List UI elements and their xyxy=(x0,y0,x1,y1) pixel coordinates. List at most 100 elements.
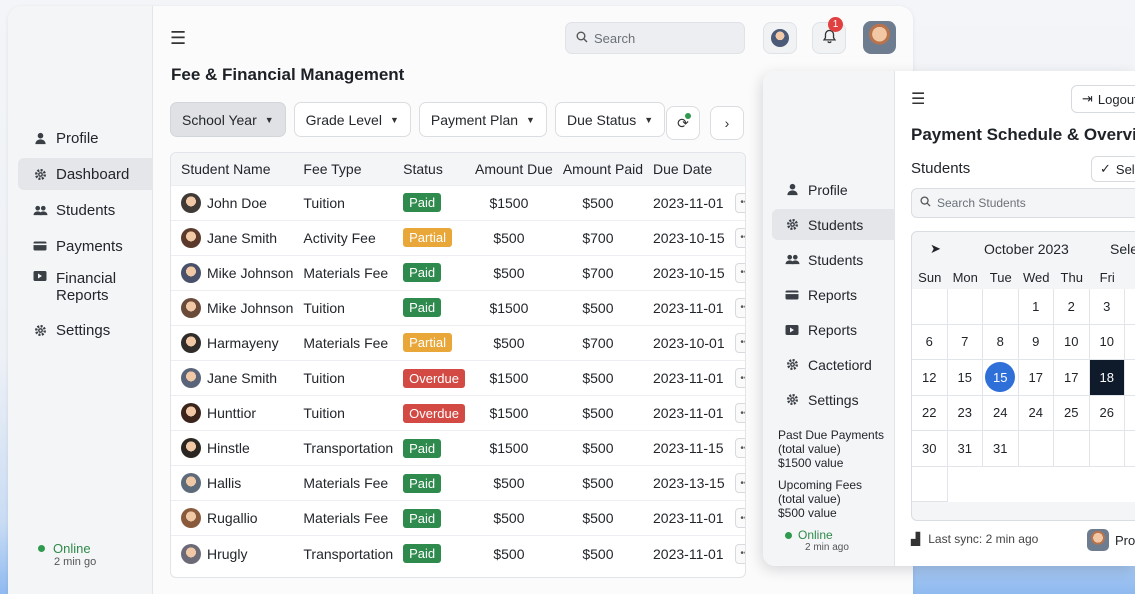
more-options-icon[interactable]: ••• xyxy=(734,262,745,283)
calendar-day[interactable]: 3 xyxy=(1089,289,1125,325)
table-row[interactable]: Harmayeny Materials Fee Partial $500 $700 202… xyxy=(171,325,745,360)
table-row[interactable]: Hunttior Tuition Overdue $1500 $500 2023-11-0… xyxy=(171,395,745,431)
more-options-icon[interactable]: ••• xyxy=(734,332,745,353)
calendar-day[interactable]: 10 xyxy=(1089,324,1125,360)
table-row[interactable]: Jane Smith Activity Fee Partial $500 $700 202… xyxy=(171,220,745,255)
calendar-day[interactable]: 15 xyxy=(947,360,983,396)
calendar-day[interactable]: 12 xyxy=(912,360,948,396)
calendar-day[interactable]: 11 xyxy=(1125,325,1135,360)
profile-avatar[interactable] xyxy=(863,21,896,54)
more-options-icon[interactable]: ••• xyxy=(734,192,745,213)
filter-payment-plan[interactable]: Payment Plan ▼ xyxy=(418,102,547,137)
calendar-day[interactable]: 17 xyxy=(1054,360,1090,396)
due-date: 2023-11-01 xyxy=(653,405,724,422)
search-input[interactable]: Search xyxy=(565,22,745,54)
more-options-icon[interactable]: ••• xyxy=(734,227,745,248)
status-badge: Paid xyxy=(403,263,442,283)
more-options-icon[interactable]: ••• xyxy=(734,508,745,529)
table-cell: Tuition xyxy=(293,396,393,431)
table-row[interactable]: Hallis Materials Fee Paid $500 $500 2023-13-1… xyxy=(171,465,745,501)
column-header[interactable]: Amount Due xyxy=(465,153,553,185)
calendar-day[interactable]: 24 xyxy=(983,395,1019,431)
select-button[interactable]: ✓ Sele xyxy=(1091,156,1135,182)
sidebar-item-label: Dashboard xyxy=(56,165,130,183)
next-button[interactable]: › xyxy=(710,106,744,140)
status-dot-icon xyxy=(685,113,691,119)
column-header-actions xyxy=(725,153,745,185)
calendar-day[interactable]: 17 xyxy=(1018,360,1054,396)
calendar-day[interactable]: 23 xyxy=(947,395,983,431)
column-header[interactable]: Fee Type xyxy=(293,153,393,185)
calendar-day[interactable]: 6 xyxy=(912,324,948,360)
filter-grade-level[interactable]: Grade Level ▼ xyxy=(293,102,411,137)
status-badge: Overdue xyxy=(403,403,466,423)
user-avatar-button[interactable] xyxy=(763,22,797,54)
calendar-day[interactable]: 10 xyxy=(1054,324,1090,360)
sidebar-item-reports-2[interactable]: Reports xyxy=(772,314,895,345)
table-row[interactable]: Mike Johnson Materials Fee Paid $500 $700 202… xyxy=(171,255,745,290)
sidebar-item-payments[interactable]: Payments xyxy=(18,230,153,262)
calendar-day[interactable]: 25 xyxy=(1054,395,1090,431)
calendar-day-number: 2 xyxy=(1067,298,1075,314)
sidebar-item-students-active[interactable]: Students xyxy=(772,209,895,240)
filter-due-status[interactable]: Due Status ▼ xyxy=(554,102,666,137)
table-row[interactable]: Jane Smith Tuition Overdue $1500 $500 2023-11… xyxy=(171,360,745,395)
table-row[interactable]: Hinstle Transportation Paid $1500 $500 2023-1… xyxy=(171,430,745,466)
sidebar-item-students[interactable]: Students xyxy=(18,194,153,226)
calendar-day[interactable]: 31 xyxy=(947,431,983,467)
sidebar-item-reports[interactable]: Reports xyxy=(772,279,895,310)
navigate-icon[interactable]: ➤ xyxy=(930,241,944,257)
status-badge: Paid xyxy=(403,544,442,564)
sidebar-item-students[interactable]: Students xyxy=(772,244,895,275)
table-row[interactable]: Hrugly Transportation Paid $500 $500 2023-11-… xyxy=(171,535,745,571)
menu-icon[interactable]: ☰ xyxy=(170,28,186,49)
notifications-button[interactable]: 1 xyxy=(812,17,846,54)
more-options-icon[interactable]: ••• xyxy=(734,403,745,424)
column-header[interactable]: Student Name xyxy=(171,153,293,185)
calendar-day[interactable]: 27 xyxy=(1125,396,1135,431)
sidebar-item-profile[interactable]: Profile xyxy=(18,122,153,154)
sidebar-item-cactetiord[interactable]: Cactetiord xyxy=(772,349,895,380)
column-header[interactable]: Status xyxy=(393,153,465,185)
column-header[interactable]: Amount Paid xyxy=(553,153,643,185)
refresh-status-button[interactable]: ⟳ xyxy=(666,106,700,140)
profile-chip[interactable]: Pro xyxy=(1087,529,1135,551)
calendar-day[interactable]: 8 xyxy=(983,324,1019,360)
logout-button[interactable]: ⇥ Logout xyxy=(1071,85,1135,113)
more-options-icon[interactable]: ••• xyxy=(734,438,745,459)
menu-icon[interactable]: ☰ xyxy=(911,89,925,109)
sidebar-item-settings[interactable]: Settings xyxy=(18,314,153,346)
filter-school-year[interactable]: School Year ▼ xyxy=(170,102,286,137)
calendar-day[interactable]: 9 xyxy=(1018,324,1054,360)
sidebar-item-profile[interactable]: Profile xyxy=(772,174,895,205)
table-row[interactable]: Mike Johnson Tuition Paid $1500 $500 2023-11-… xyxy=(171,290,745,325)
sidebar-item-financial-reports[interactable]: Financial Reports xyxy=(18,266,153,310)
more-options-icon[interactable]: ••• xyxy=(734,297,745,318)
more-options-icon[interactable]: ••• xyxy=(734,543,745,564)
calendar-select[interactable]: Sele xyxy=(1110,241,1135,257)
calendar-day[interactable]: 24 xyxy=(1018,395,1054,431)
calendar-day[interactable]: 31 xyxy=(983,431,1019,467)
calendar-day[interactable]: 2 xyxy=(1054,289,1090,325)
calendar-day[interactable]: 18 xyxy=(1089,360,1125,396)
calendar-day[interactable]: 7 xyxy=(947,324,983,360)
table-row[interactable]: Rugallio Materials Fee Paid $500 $500 2023-11… xyxy=(171,500,745,536)
calendar-day[interactable]: 1 xyxy=(1018,289,1054,325)
calendar-day[interactable]: 19 xyxy=(1125,360,1135,396)
more-options-icon[interactable]: ••• xyxy=(734,368,745,389)
calendar-day[interactable]: 15 xyxy=(983,360,1019,396)
table-row[interactable]: John Doe Tuition Paid $1500 $500 2023-11-01 ••… xyxy=(171,185,745,220)
more-options-icon[interactable]: ••• xyxy=(734,473,745,494)
calendar-day-number: 23 xyxy=(957,405,972,421)
calendar-day[interactable]: 22 xyxy=(912,395,948,431)
calendar-day[interactable]: 26 xyxy=(1089,395,1125,431)
search-students-input[interactable]: Search Students xyxy=(911,188,1135,218)
payment-schedule-window: Profile Students Students Reports Reports Cac… xyxy=(763,71,1135,566)
calendar-day-number: 3 xyxy=(1103,298,1111,314)
calendar: ➤ October 2023 Sele Sun Mon Tue Wed Thu Fri 1… xyxy=(911,231,1135,521)
sidebar-item-settings[interactable]: Settings xyxy=(772,384,895,415)
column-header[interactable]: Due Date xyxy=(643,153,725,185)
sidebar-item-dashboard[interactable]: Dashboard xyxy=(18,158,153,190)
calendar-day[interactable]: 5 xyxy=(1125,289,1135,325)
calendar-day[interactable]: 30 xyxy=(912,431,948,467)
